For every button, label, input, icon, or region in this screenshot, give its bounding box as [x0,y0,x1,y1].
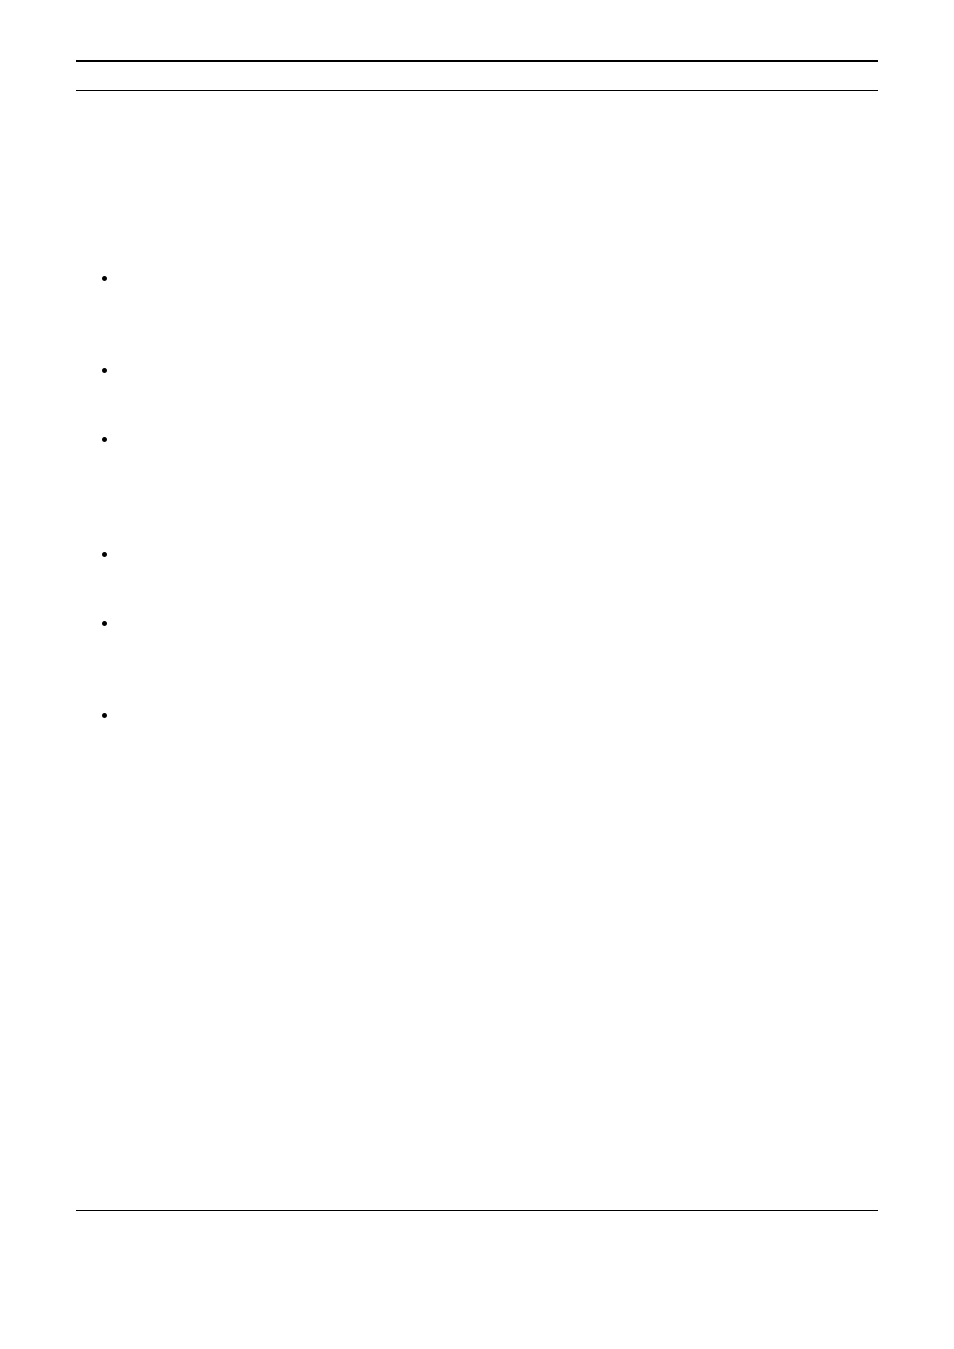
horizontal-rule-top [76,60,878,62]
bullet-icon [102,437,107,442]
bullet-icon [102,276,107,281]
horizontal-rule-second [76,90,878,91]
bullet-icon [102,368,107,373]
bullet-icon [102,552,107,557]
bullet-list [102,276,878,718]
bullet-icon [102,713,107,718]
horizontal-rule-bottom [76,1210,878,1211]
bullet-icon [102,621,107,626]
document-page [0,0,954,1349]
